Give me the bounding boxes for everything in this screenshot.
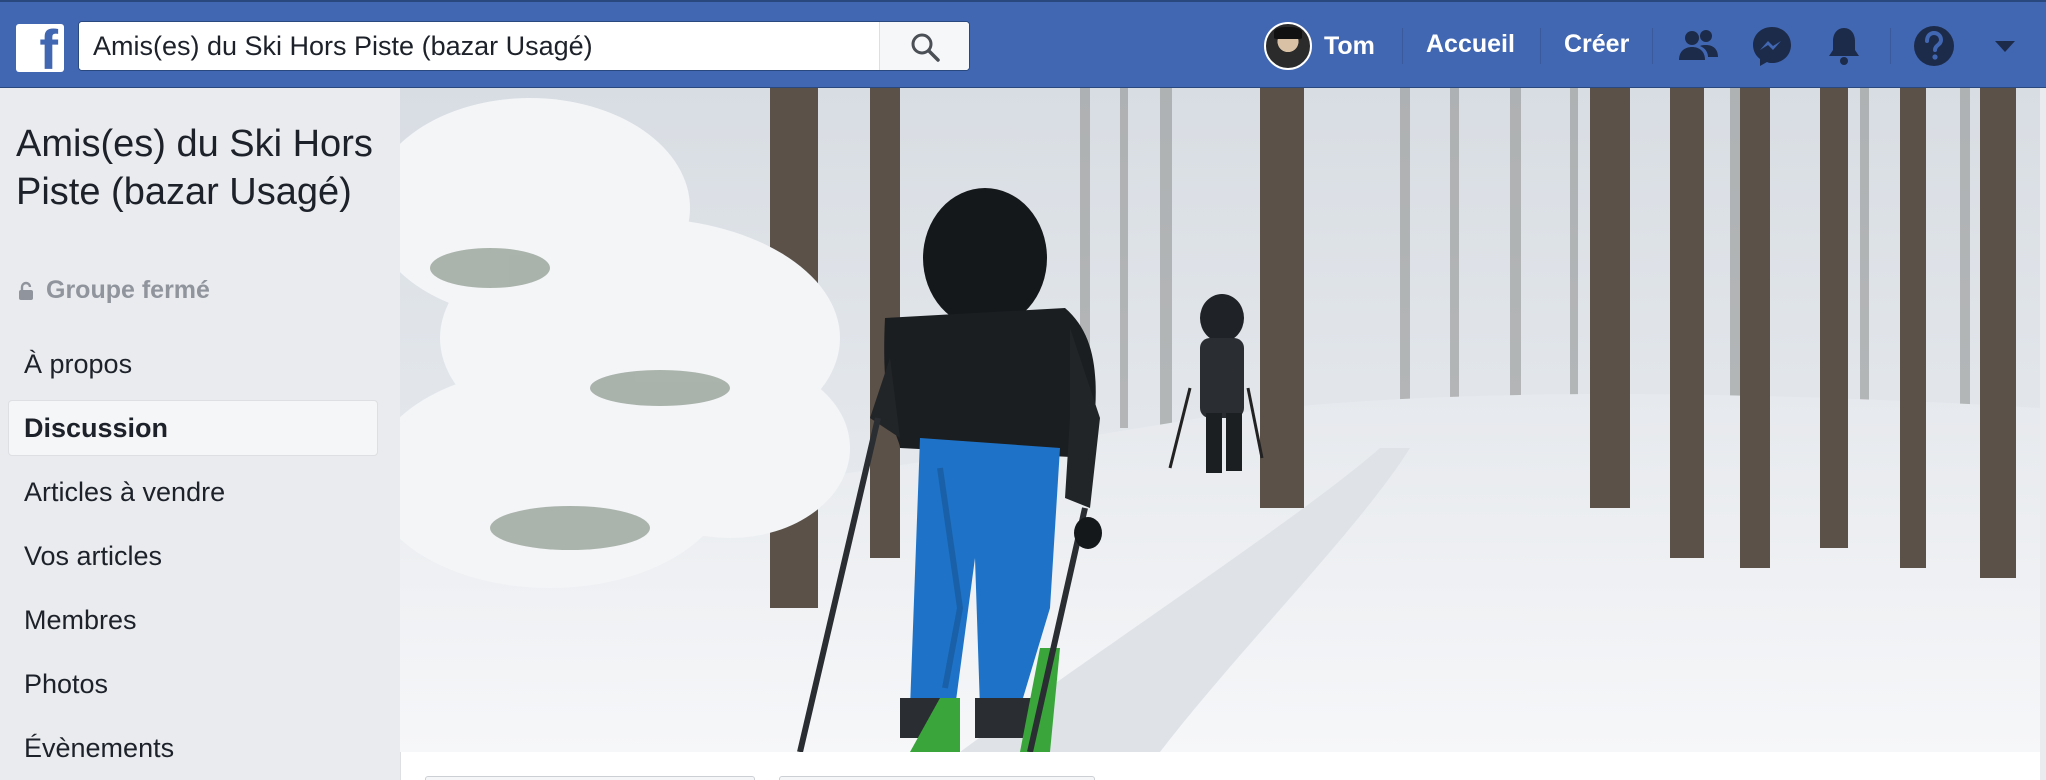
top-navigation-bar: f Tom Accueil Créer bbox=[0, 0, 2046, 88]
facebook-logo-icon[interactable]: f bbox=[16, 24, 64, 72]
nav-home-link[interactable]: Accueil bbox=[1426, 30, 1515, 59]
cover-photo[interactable] bbox=[400, 88, 2040, 752]
menu-item-photos[interactable]: Photos bbox=[8, 656, 378, 712]
group-menu: À propos Discussion Articles à vendre Vo… bbox=[8, 336, 378, 780]
nav-divider bbox=[1540, 28, 1541, 64]
search-input[interactable] bbox=[79, 22, 879, 70]
nav-divider bbox=[1652, 28, 1653, 64]
menu-item-events[interactable]: Évènements bbox=[8, 720, 378, 776]
group-actions-bar bbox=[400, 752, 2040, 780]
menu-item-about[interactable]: À propos bbox=[8, 336, 378, 392]
notifications-bell-icon[interactable] bbox=[1822, 24, 1866, 68]
search-icon bbox=[911, 33, 940, 62]
menu-item-your-items[interactable]: Vos articles bbox=[8, 528, 378, 584]
avatar bbox=[1264, 22, 1312, 70]
nav-divider bbox=[1402, 28, 1403, 64]
profile-link[interactable]: Tom bbox=[1264, 22, 1375, 70]
join-group-button[interactable] bbox=[425, 776, 755, 780]
help-icon[interactable] bbox=[1912, 24, 1956, 68]
menu-item-discussion[interactable]: Discussion bbox=[8, 400, 378, 456]
group-title[interactable]: Amis(es) du Ski Hors Piste (bazar Usagé) bbox=[16, 120, 386, 216]
menu-item-for-sale[interactable]: Articles à vendre bbox=[8, 464, 378, 520]
cover-photo-image bbox=[400, 88, 2040, 752]
nav-divider bbox=[1890, 28, 1891, 64]
privacy-label: Groupe fermé bbox=[46, 276, 210, 304]
group-sidebar: Amis(es) du Ski Hors Piste (bazar Usagé)… bbox=[0, 88, 398, 780]
share-group-button[interactable] bbox=[779, 776, 1095, 780]
messenger-icon[interactable] bbox=[1750, 24, 1794, 68]
search-box bbox=[78, 21, 970, 71]
group-privacy: Groupe fermé bbox=[18, 276, 210, 305]
caret-down-icon[interactable] bbox=[1990, 32, 2020, 60]
menu-item-members[interactable]: Membres bbox=[8, 592, 378, 648]
nav-create-link[interactable]: Créer bbox=[1564, 30, 1629, 59]
search-button[interactable] bbox=[879, 22, 969, 70]
friends-icon[interactable] bbox=[1676, 24, 1720, 68]
user-name: Tom bbox=[1324, 31, 1375, 60]
lock-icon bbox=[19, 281, 33, 300]
